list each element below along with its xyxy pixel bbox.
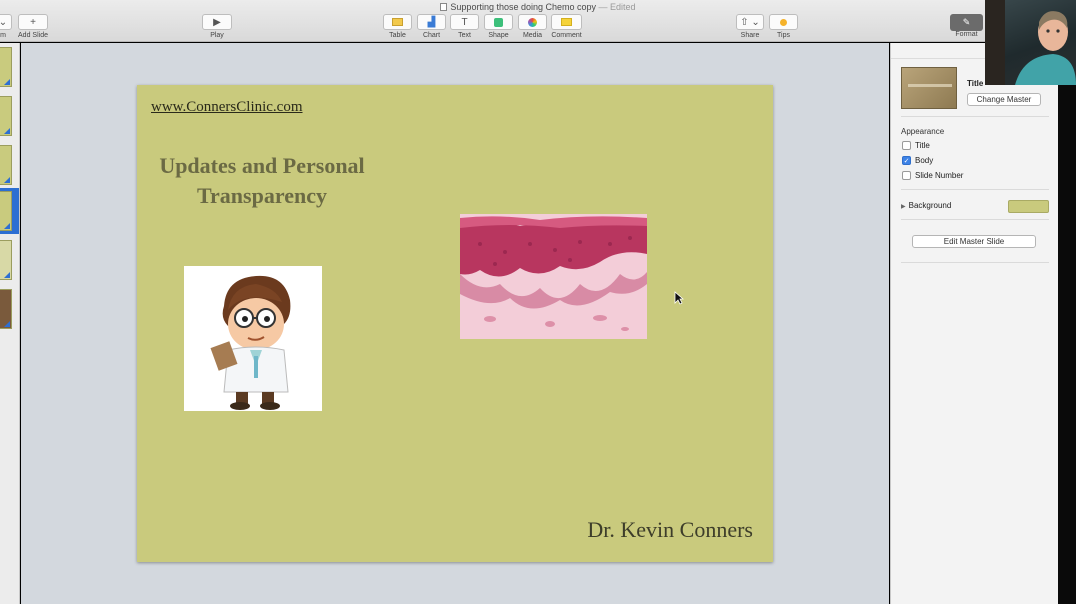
option-title-label: Title [915,141,930,150]
doctor-cartoon-image[interactable] [184,266,322,411]
plus-icon: + [18,14,48,30]
slide-navigator[interactable] [0,43,20,604]
corner-marker-icon [4,177,10,183]
shape-label: Shape [488,32,509,39]
shape-button[interactable]: Shape [484,14,513,39]
table-icon [383,14,412,30]
slide-author[interactable]: Dr. Kevin Conners [587,517,753,543]
divider [901,189,1049,190]
slide-thumbnail-selected[interactable] [0,191,12,231]
background-color-well[interactable] [1008,200,1049,213]
play-icon: ▶ [202,14,232,30]
comment-button[interactable]: Comment [551,14,582,39]
mouse-cursor-icon [674,291,685,310]
document-icon [440,3,448,11]
background-row[interactable]: ▶ Background [901,201,951,210]
slide-number-checkbox[interactable] [902,171,911,180]
background-label: Background [908,201,952,210]
share-label: Share [740,32,760,39]
window-title: Supporting those doing Chemo copy — Edit… [0,2,1076,12]
play-button[interactable]: ▶ Play [202,14,232,39]
slide-title-line1: Updates and Personal [159,153,365,178]
slide-title-line2: Transparency [197,183,327,208]
master-thumbnail-text [908,84,952,87]
format-inspector: Slide Lay Title Change Master Appearance… [890,43,1058,604]
option-title-row[interactable]: Title [902,141,930,150]
master-slide-thumbnail[interactable] [901,67,957,109]
option-body-row[interactable]: ✓ Body [902,156,933,165]
option-body-label: Body [915,156,934,165]
skin-histology-image[interactable] [460,214,647,339]
chart-button[interactable]: ▟ Chart [417,14,446,39]
share-button[interactable]: ⇧ ⌄ Share [736,14,764,39]
webcam-overlay [985,0,1076,85]
media-button[interactable]: Media [518,14,547,39]
text-label: Text [458,32,471,39]
media-icon [518,14,547,30]
shape-icon [484,14,513,30]
lightbulb-icon [769,14,798,30]
body-checkbox[interactable]: ✓ [902,156,911,165]
chart-label: Chart [422,32,441,39]
disclosure-triangle-icon[interactable]: ▶ [901,204,906,210]
edited-status: — Edited [598,2,636,12]
master-name: Title [967,79,984,88]
slide-url-text[interactable]: www.ConnersClinic.com [151,99,303,116]
corner-marker-icon [4,128,10,134]
comment-label: Comment [551,32,582,39]
comment-icon [551,14,582,30]
slide-title[interactable]: Updates and Personal Transparency [147,151,377,211]
slide-thumbnail[interactable] [0,145,12,185]
table-label: Table [389,32,406,39]
divider [901,219,1049,220]
share-icon: ⇧ ⌄ [736,14,764,30]
add-slide-label: Add Slide [18,32,48,39]
chart-icon: ▟ [417,14,446,30]
title-checkbox[interactable] [902,141,911,150]
tips-label: Tips [777,32,790,39]
corner-marker-icon [4,223,10,229]
change-master-button[interactable]: Change Master [967,93,1041,106]
text-button[interactable]: T Text [450,14,479,39]
chevron-down-icon: ⌄ [0,14,12,30]
divider [901,262,1049,263]
window-title-text: Supporting those doing Chemo copy [450,2,597,12]
add-slide-button[interactable]: + Add Slide [18,14,48,39]
corner-marker-icon [4,272,10,278]
current-slide[interactable]: www.ConnersClinic.com Updates and Person… [137,85,773,562]
toolbar: Supporting those doing Chemo copy — Edit… [0,0,1076,42]
format-label: Format [955,31,978,38]
tips-button[interactable]: Tips [769,14,798,39]
corner-marker-icon [4,321,10,327]
option-slide-number-row[interactable]: Slide Number [902,171,963,180]
format-button[interactable]: ✎ [950,14,983,31]
text-icon: T [450,14,479,30]
slide-thumbnail[interactable] [0,240,12,280]
slide-thumbnail[interactable] [0,289,12,329]
view-label: m [0,32,6,39]
media-label: Media [522,32,543,39]
paintbrush-icon: ✎ [962,17,971,27]
corner-marker-icon [4,79,10,85]
view-menu[interactable]: ⌄ m [0,14,12,39]
option-slide-number-label: Slide Number [915,171,964,180]
table-button[interactable]: Table [383,14,412,39]
slide-thumbnail[interactable] [0,96,12,136]
screen-edge [1058,85,1076,604]
play-label: Play [210,32,224,39]
appearance-heading: Appearance [901,127,945,136]
divider [901,116,1049,117]
slide-thumbnail[interactable] [0,47,12,87]
edit-master-slide-button[interactable]: Edit Master Slide [912,235,1036,248]
